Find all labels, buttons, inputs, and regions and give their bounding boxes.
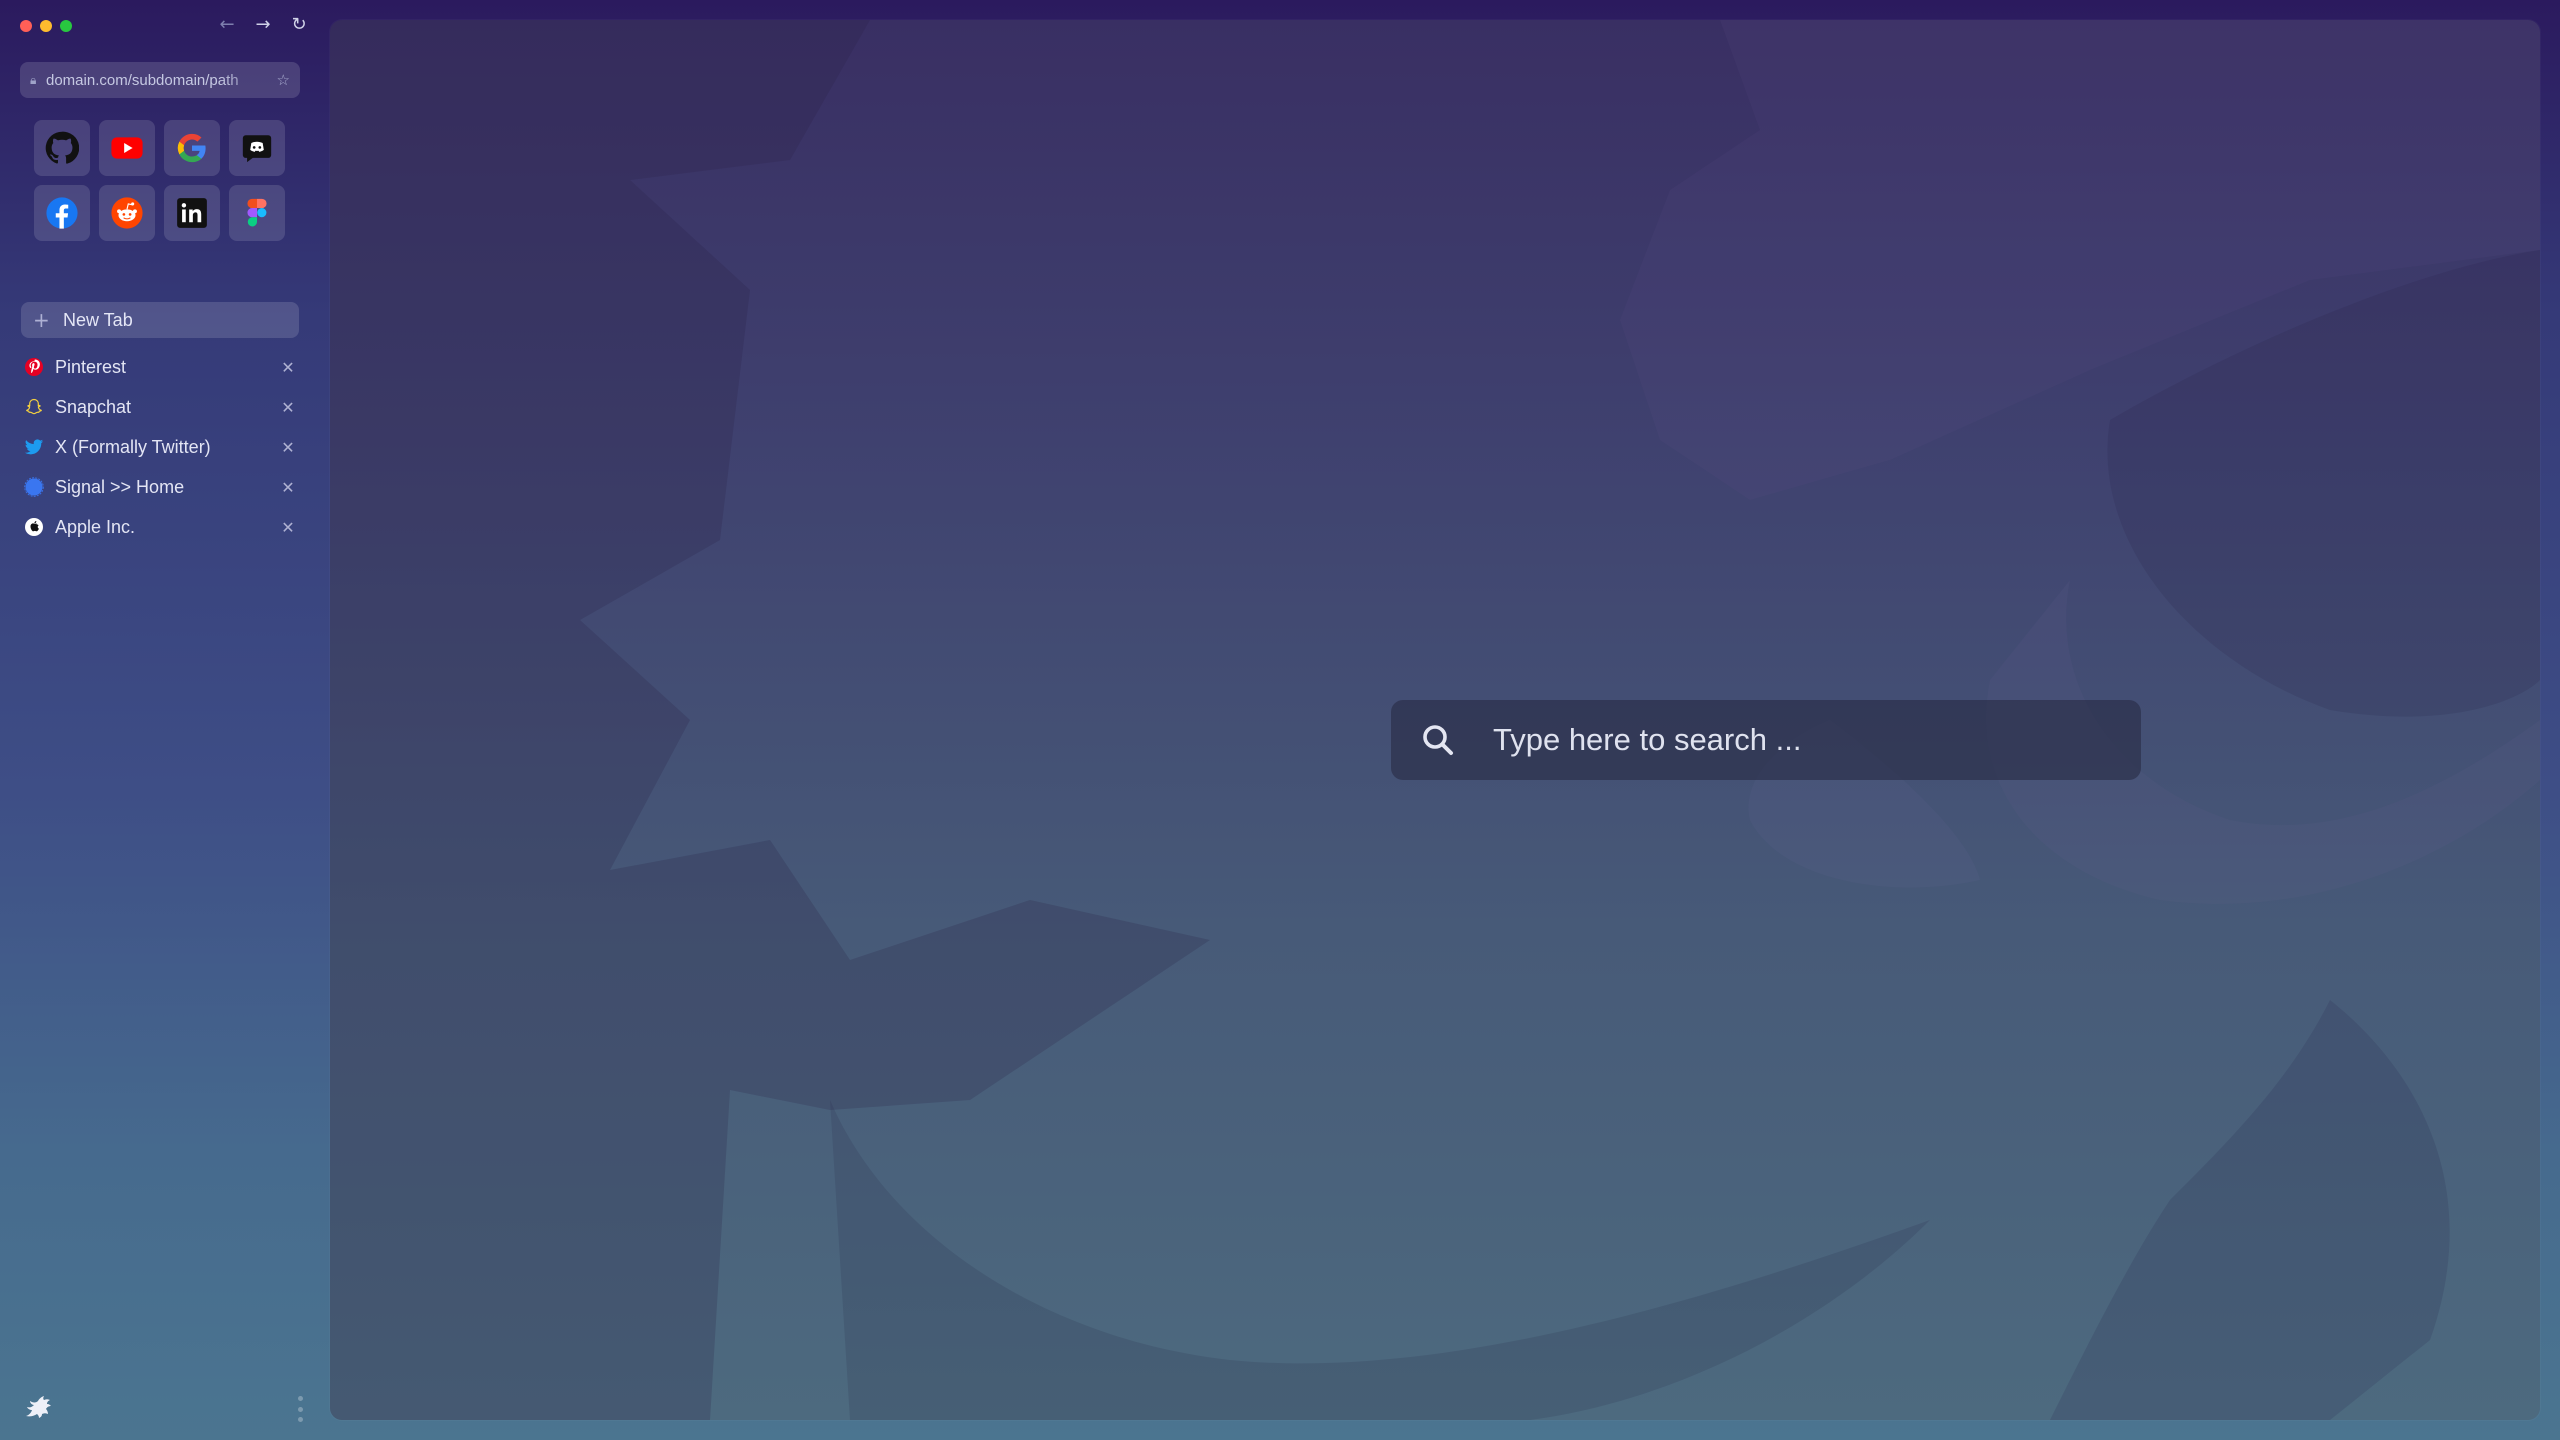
favorite-youtube[interactable] xyxy=(99,120,155,176)
tab-snapchat[interactable]: Snapchat ✕ xyxy=(21,387,299,427)
maximize-window-button[interactable] xyxy=(60,20,72,32)
tab-apple[interactable]: Apple Inc. ✕ xyxy=(21,507,299,547)
google-icon xyxy=(177,133,206,163)
search-box[interactable] xyxy=(1391,700,2141,780)
reload-button[interactable]: ↻ xyxy=(288,14,310,36)
minimize-window-button[interactable] xyxy=(40,20,52,32)
twitter-icon xyxy=(24,439,44,455)
reload-icon: ↻ xyxy=(291,14,307,35)
tab-label: X (Formally Twitter) xyxy=(55,436,211,457)
favorite-google[interactable] xyxy=(164,120,220,176)
plus-icon: + xyxy=(33,308,50,332)
tab-label: Snapchat xyxy=(55,396,132,417)
signal-icon xyxy=(24,477,44,497)
arrow-left-icon: ← xyxy=(219,14,235,35)
favorite-linkedin[interactable] xyxy=(164,185,220,241)
pinterest-icon xyxy=(25,358,43,376)
figma-icon xyxy=(247,198,267,227)
github-icon xyxy=(45,131,79,164)
close-window-button[interactable] xyxy=(20,20,32,32)
discord-icon xyxy=(242,135,272,163)
apple-icon xyxy=(25,518,43,536)
favorite-reddit[interactable] xyxy=(99,185,155,241)
url-text[interactable]: domain.com/subdomain/path xyxy=(46,72,277,89)
search-icon xyxy=(1421,723,1455,757)
tab-label: Signal >> Home xyxy=(55,476,185,497)
new-tab-label: New Tab xyxy=(63,309,133,330)
favorites-grid xyxy=(34,120,285,241)
forward-button[interactable]: → xyxy=(252,14,274,36)
facebook-icon xyxy=(46,197,78,229)
window-controls xyxy=(20,20,72,32)
close-tab-icon[interactable]: ✕ xyxy=(277,478,299,497)
close-tab-icon[interactable]: ✕ xyxy=(277,438,299,457)
more-options-icon[interactable] xyxy=(294,1394,306,1424)
snapchat-icon xyxy=(26,398,42,415)
tab-twitter[interactable]: X (Formally Twitter) ✕ xyxy=(21,427,299,467)
favorite-figma[interactable] xyxy=(229,185,285,241)
favorite-facebook[interactable] xyxy=(34,185,90,241)
close-tab-icon[interactable]: ✕ xyxy=(277,358,299,377)
main-content xyxy=(330,20,2540,1420)
tab-label: Pinterest xyxy=(55,356,127,377)
bookmark-star-icon[interactable]: ☆ xyxy=(277,71,290,89)
favorite-github[interactable] xyxy=(34,120,90,176)
lock-icon: 🔒︎ xyxy=(30,72,37,87)
tab-pinterest[interactable]: Pinterest ✕ xyxy=(21,347,299,387)
browser-logo-icon[interactable] xyxy=(22,1394,54,1420)
reddit-icon xyxy=(111,197,143,229)
close-tab-icon[interactable]: ✕ xyxy=(277,518,299,537)
back-button[interactable]: ← xyxy=(216,14,238,36)
close-tab-icon[interactable]: ✕ xyxy=(277,398,299,417)
sidebar: ← → ↻ 🔒︎ domain.com/subdomain/path ☆ + N… xyxy=(0,0,330,1440)
linkedin-icon xyxy=(177,198,207,228)
address-bar[interactable]: 🔒︎ domain.com/subdomain/path ☆ xyxy=(20,62,300,98)
tab-list: Pinterest ✕ Snapchat ✕ X (Formally Twitt… xyxy=(21,347,299,547)
new-tab-button[interactable]: + New Tab xyxy=(21,302,299,338)
navigation-buttons: ← → ↻ xyxy=(216,14,310,36)
tab-signal[interactable]: Signal >> Home ✕ xyxy=(21,467,299,507)
search-input[interactable] xyxy=(1493,710,2141,770)
arrow-right-icon: → xyxy=(255,14,271,35)
tab-label: Apple Inc. xyxy=(55,516,136,537)
youtube-icon xyxy=(111,137,143,159)
favorite-discord[interactable] xyxy=(229,120,285,176)
